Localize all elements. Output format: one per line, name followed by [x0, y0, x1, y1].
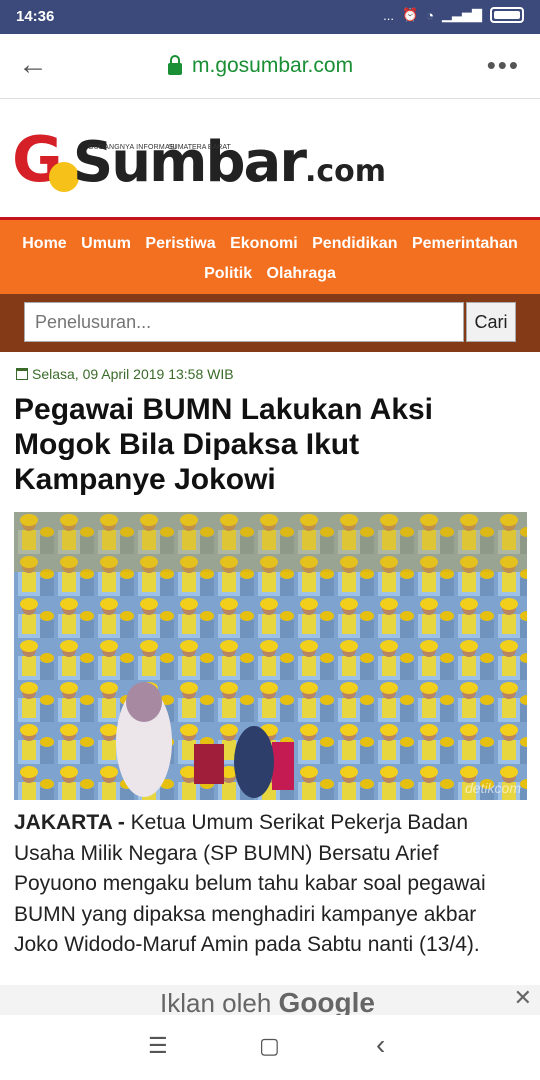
- recent-apps-icon[interactable]: ☰: [148, 1033, 168, 1059]
- nav-ekonomi[interactable]: Ekonomi: [230, 229, 298, 259]
- battery-icon: [490, 7, 524, 23]
- ad-brand: Google: [278, 987, 375, 1015]
- image-watermark: detikcom: [464, 780, 521, 796]
- system-navigation-bar: ☰ ▢ ‹: [0, 1015, 540, 1080]
- nav-politik[interactable]: Politik: [204, 259, 252, 289]
- site-logo[interactable]: G Sumbar.com: [12, 123, 386, 196]
- nav-olahraga[interactable]: Olahraga: [267, 259, 336, 289]
- article-title: Pegawai BUMN Lakukan Aksi Mogok Bila Dip…: [14, 393, 434, 496]
- back-icon[interactable]: ‹: [376, 1029, 385, 1061]
- logo-tagline-right: SUMATERA BARAT: [168, 144, 231, 151]
- article-location: JAKARTA -: [14, 811, 125, 834]
- address-field[interactable]: m.gosumbar.com: [168, 54, 353, 78]
- article-date: Selasa, 09 April 2019 13:58 WIB: [16, 366, 234, 382]
- nav-home[interactable]: Home: [22, 229, 66, 259]
- status-time: 14:36: [16, 8, 55, 25]
- nav-pendidikan[interactable]: Pendidikan: [312, 229, 397, 259]
- main-navigation: Home Umum Peristiwa Ekonomi Pendidikan P…: [0, 217, 540, 294]
- ad-label: Iklan oleh Google: [160, 987, 375, 1015]
- alarm-icon: ⏰: [401, 7, 419, 22]
- ad-label-text: Iklan oleh: [160, 988, 272, 1015]
- more-notifications-icon: ...: [383, 7, 394, 23]
- search-input[interactable]: [24, 302, 464, 342]
- search-bar: Cari: [0, 294, 540, 352]
- wifi-icon: ◔: [426, 7, 434, 23]
- nav-umum[interactable]: Umum: [81, 229, 131, 259]
- logo-sumbar: Sumbar: [72, 130, 307, 195]
- article-body: JAKARTA - Ketua Umum Serikat Pekerja Bad…: [14, 808, 526, 961]
- home-icon[interactable]: ▢: [259, 1033, 280, 1059]
- article-image: detikcom: [14, 512, 527, 800]
- status-icons: ... ⏰ ◔ ▁▃▅▇: [383, 7, 524, 23]
- article-date-text: Selasa, 09 April 2019 13:58 WIB: [32, 366, 234, 382]
- url-text: m.gosumbar.com: [192, 54, 354, 77]
- lock-icon: [168, 55, 182, 75]
- nav-pemerintahan[interactable]: Pemerintahan: [412, 229, 518, 259]
- browser-menu-icon[interactable]: •••: [487, 50, 520, 81]
- site-header: G Sumbar.com GUDANGNYA INFORMASI SUMATERA…: [0, 99, 540, 217]
- browser-url-bar: ← m.gosumbar.com •••: [0, 34, 540, 99]
- status-bar: 14:36 ... ⏰ ◔ ▁▃▅▇: [0, 0, 540, 34]
- signal-icon: ▁▃▅▇: [442, 7, 482, 22]
- ad-banner[interactable]: Iklan oleh Google ✕: [0, 985, 540, 1015]
- calendar-icon: [16, 368, 28, 380]
- logo-com: .com: [304, 154, 386, 189]
- search-button[interactable]: Cari: [466, 302, 516, 342]
- close-icon[interactable]: ✕: [514, 985, 532, 1011]
- nav-peristiwa[interactable]: Peristiwa: [145, 229, 215, 259]
- back-arrow-icon[interactable]: ←: [18, 48, 48, 82]
- crowd-photo: [14, 512, 527, 800]
- logo-tagline-left: GUDANGNYA INFORMASI: [88, 144, 177, 151]
